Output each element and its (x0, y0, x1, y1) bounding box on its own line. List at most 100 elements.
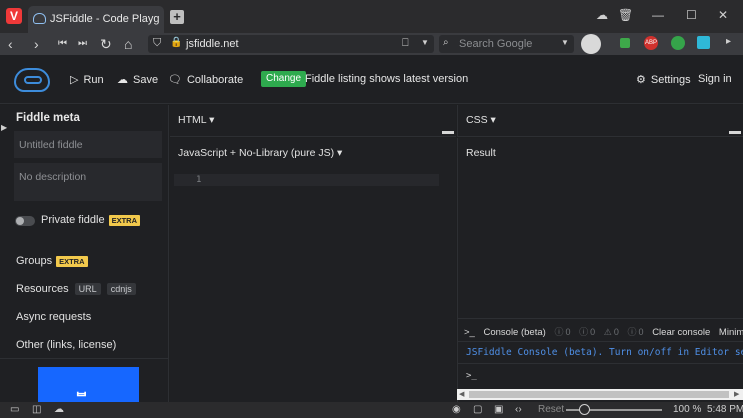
tab-bar: V JSFiddle - Code Playground + ☁ 🗑 — ☐ ✕ (0, 0, 743, 33)
zoom-reset-button[interactable]: Reset (538, 404, 564, 415)
console-title: Console (beta) (483, 327, 546, 338)
sidebar-item-groups[interactable]: Groups EXTRA (16, 255, 88, 267)
settings-button[interactable]: ⚙ Settings (636, 73, 691, 86)
clock: 5:48 PM (707, 404, 743, 415)
chevron-down-icon[interactable]: ▼ (561, 38, 569, 47)
console-header: >_ Console (beta) ⓘ 0 ⓘ 0 ⚠ 0 ⓘ 0 Clear cons… (464, 325, 743, 338)
fiddle-description-input[interactable]: No description (14, 163, 162, 201)
evernote-icon[interactable] (671, 36, 685, 50)
terminal-icon: >_ (464, 327, 475, 338)
result-pane-label: Result (466, 147, 496, 159)
minimize-console-button[interactable]: Minimize (719, 327, 743, 338)
horizontal-scrollbar[interactable]: ◀ ▶ (457, 389, 743, 400)
js-editor-pane[interactable]: JavaScript + No-Library (pure JS) ▾ 1 (170, 138, 456, 402)
bookmark-icon[interactable]: ⎕ (402, 37, 409, 50)
active-line-highlight (174, 174, 439, 186)
chevron-right-icon[interactable]: ▸ (726, 36, 731, 47)
jsfiddle-logo-icon[interactable] (14, 68, 50, 92)
shield-icon[interactable]: ⛉ (153, 37, 161, 50)
search-engine-icon[interactable]: ⌕ (443, 37, 449, 48)
extension-icon[interactable] (620, 38, 630, 48)
sidebar-item-async-requests[interactable]: Async requests (16, 311, 91, 323)
sidebar-title: Fiddle meta (16, 112, 80, 124)
tab-title: JSFiddle - Code Playground (50, 13, 160, 25)
url-tag[interactable]: URL (74, 283, 101, 295)
jsfiddle-favicon-icon (33, 13, 46, 24)
avatar[interactable] (581, 34, 601, 54)
html-pane-label[interactable]: HTML ▾ (178, 114, 214, 126)
play-icon: ▷ (70, 74, 79, 86)
chevron-down-icon[interactable]: ▼ (421, 38, 429, 47)
change-button[interactable]: Change (261, 71, 307, 87)
new-tab-icon[interactable]: + (170, 10, 184, 24)
minimize-icon[interactable]: — (652, 8, 664, 22)
forward-icon[interactable]: › (34, 36, 39, 52)
line-number: 1 (196, 175, 202, 185)
url-text[interactable]: jsfiddle.net (186, 38, 239, 50)
status-bar: ▭ ◫ ☁ ◉ ▢ ▣ ‹› Reset 100 % 5:48 PM (0, 402, 743, 418)
scrollbar-thumb[interactable] (469, 391, 729, 398)
result-pane: Result (457, 138, 743, 318)
private-fiddle-label: Private fiddle EXTRA (41, 214, 141, 226)
browser-tab[interactable]: JSFiddle - Code Playground (28, 6, 164, 33)
lock-icon: 🔒 (170, 37, 183, 48)
chat-icon: 🗨 (168, 74, 182, 86)
home-icon[interactable]: ⌂ (124, 36, 132, 52)
divider (458, 341, 743, 342)
tab-tiling-icon[interactable]: ◫ (32, 404, 41, 415)
back-icon[interactable]: ‹ (8, 36, 13, 52)
panel-toggle-icon[interactable]: ▭ (10, 404, 19, 415)
sidebar-item-other[interactable]: Other (links, license) (16, 339, 116, 351)
error-icon[interactable]: ⓘ (579, 327, 588, 337)
navigation-bar: ‹ › ⏮ ⏭ ↻ ⌂ ⛉ 🔒 jsfiddle.net ⎕ ▼ ⌕ Searc… (0, 33, 743, 55)
window-icon[interactable]: ▢ (473, 404, 482, 415)
css-pane-label[interactable]: CSS ▾ (466, 114, 496, 126)
app-header: ▷ Run ☁ Save 🗨 Collaborate Change Fiddle li… (0, 55, 743, 104)
info-icon[interactable]: ⓘ (554, 327, 563, 337)
cloud-sync-icon[interactable]: ☁ (54, 404, 64, 415)
adblock-icon[interactable]: ABP (644, 36, 658, 50)
vivaldi-logo-icon[interactable]: V (6, 8, 22, 24)
reload-icon[interactable]: ↻ (100, 36, 112, 52)
sidebar-collapse-icon[interactable]: ▶ (1, 123, 7, 132)
zoom-slider-handle[interactable] (579, 404, 590, 415)
save-button[interactable]: ☁ Save (117, 73, 158, 86)
css-editor-pane[interactable]: CSS ▾ (457, 105, 743, 137)
resize-handle[interactable] (442, 131, 454, 134)
divider (458, 363, 743, 364)
run-button[interactable]: ▷ Run (70, 73, 104, 86)
warning-icon[interactable]: ⚠ (604, 327, 612, 337)
cloud-icon[interactable]: ☁ (596, 8, 608, 22)
sponsor-ad[interactable]: ᆸ (38, 367, 139, 402)
cdnjs-tag[interactable]: cdnjs (106, 283, 136, 295)
console-input[interactable]: >_ (466, 371, 477, 381)
collaborate-button[interactable]: 🗨 Collaborate (168, 73, 243, 86)
scroll-right-icon[interactable]: ▶ (734, 390, 739, 398)
zoom-level: 100 % (673, 404, 702, 415)
sign-in-link[interactable]: Sign in (698, 73, 732, 85)
maximize-icon[interactable]: ☐ (686, 8, 697, 22)
image-icon[interactable]: ▣ (494, 404, 503, 415)
html-editor-pane[interactable]: HTML ▾ (170, 105, 456, 137)
capture-icon[interactable]: ◉ (452, 404, 461, 415)
sidebar-item-resources[interactable]: Resources URL cdnjs (16, 283, 136, 295)
resize-handle[interactable] (729, 131, 741, 134)
extension-icon[interactable] (697, 36, 710, 49)
code-icon[interactable]: ‹› (515, 404, 522, 415)
extra-badge: EXTRA (108, 214, 141, 226)
close-icon[interactable]: ✕ (718, 8, 728, 22)
fast-forward-icon[interactable]: ⏭ (78, 36, 87, 52)
log-icon[interactable]: ⓘ (628, 327, 637, 337)
search-placeholder: Search Google (459, 38, 533, 50)
fiddle-title-input[interactable]: Untitled fiddle (14, 131, 162, 158)
cloud-upload-icon: ☁ (117, 74, 128, 86)
scroll-left-icon[interactable]: ◀ (459, 390, 464, 398)
search-input[interactable]: ⌕ Search Google ▼ (439, 35, 574, 53)
fiddle-meta-sidebar: Fiddle meta Untitled fiddle No descripti… (0, 105, 169, 402)
clear-console-button[interactable]: Clear console (652, 327, 710, 338)
trash-icon[interactable]: 🗑 (618, 8, 633, 22)
address-bar[interactable]: ⛉ 🔒 jsfiddle.net ⎕ ▼ (148, 35, 434, 53)
private-fiddle-toggle[interactable] (15, 216, 35, 226)
rewind-icon[interactable]: ⏮ (58, 36, 67, 52)
js-pane-label[interactable]: JavaScript + No-Library (pure JS) ▾ (178, 147, 342, 159)
